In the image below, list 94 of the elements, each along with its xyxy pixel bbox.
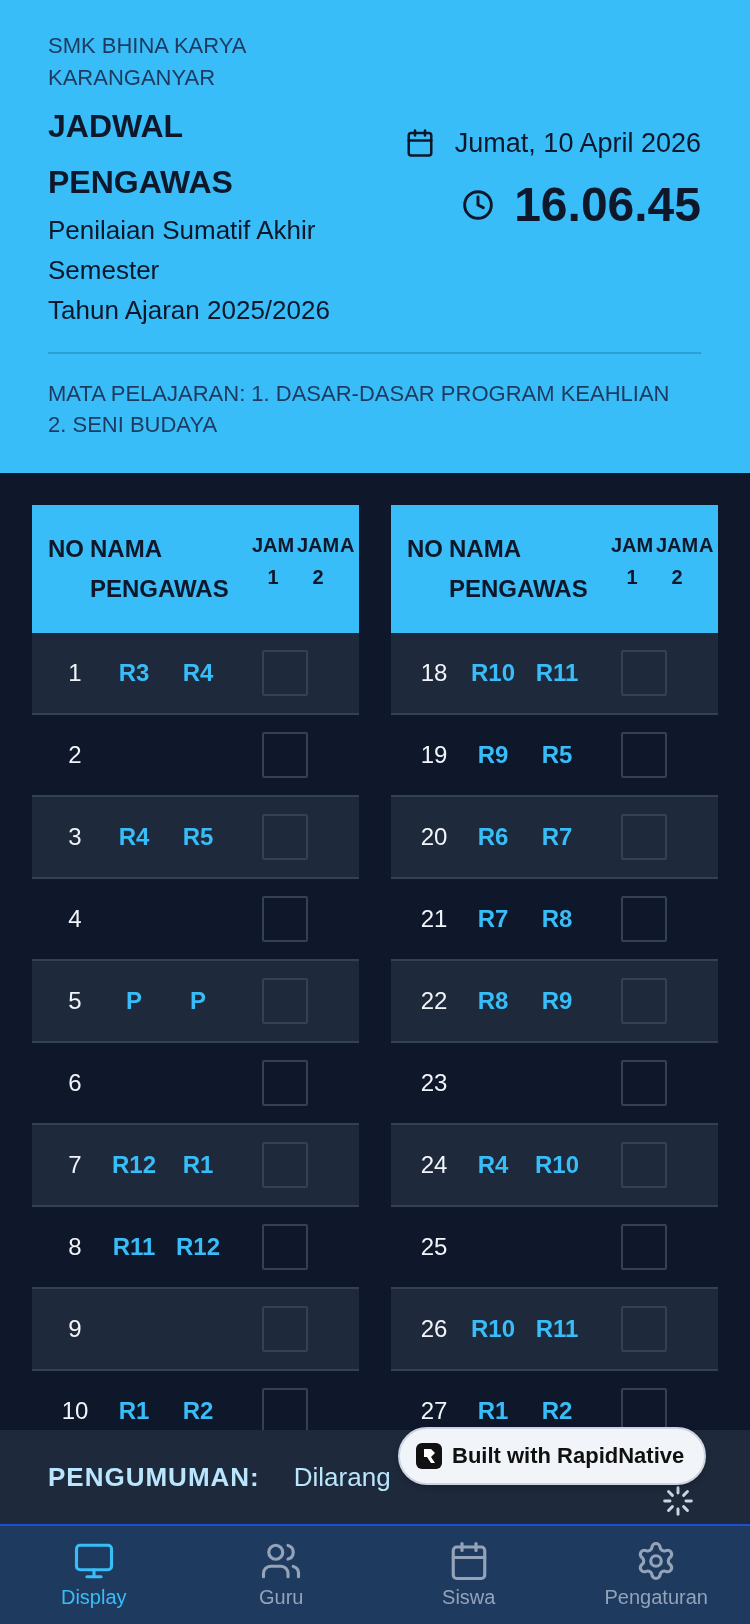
row-number: 7: [67, 1152, 83, 1178]
room-code: P: [189, 988, 207, 1014]
column-header: A: [699, 533, 714, 558]
checkbox[interactable]: [262, 978, 308, 1024]
room-code: R10: [470, 1316, 516, 1342]
room-code: R4: [117, 824, 151, 850]
room-code: R1: [181, 1152, 215, 1178]
column-header: A: [340, 533, 355, 558]
room-code: R5: [181, 824, 215, 850]
room-code: P: [125, 988, 143, 1014]
checkbox[interactable]: [621, 978, 667, 1024]
column-header: JAM 2: [655, 533, 699, 590]
room-code: R2: [181, 1398, 215, 1424]
row-number: 10: [60, 1398, 90, 1424]
announcement-text: Dilarang: [293, 1461, 391, 1493]
column-header: NO: [407, 534, 444, 564]
column-header: NAMA PENGAWAS: [449, 534, 589, 604]
row-number: 24: [419, 1152, 449, 1178]
room-code: R1: [476, 1398, 510, 1424]
room-code: R10: [534, 1152, 580, 1178]
row-number: 8: [67, 1234, 83, 1260]
room-code: R3: [117, 660, 151, 686]
nav-tab[interactable]: Siswa: [375, 1526, 563, 1624]
checkbox[interactable]: [621, 1060, 667, 1106]
row-number: 2: [67, 742, 83, 768]
checkbox[interactable]: [621, 1224, 667, 1270]
room-code: R5: [540, 742, 574, 768]
calendar-icon: [404, 128, 435, 158]
row-number: 1: [67, 660, 83, 686]
row-number: 5: [67, 988, 83, 1014]
academic-year: Tahun Ajaran 2025/2026: [48, 294, 331, 327]
checkbox[interactable]: [262, 650, 308, 696]
room-code: R7: [540, 824, 574, 850]
row-number: 25: [419, 1234, 449, 1260]
row-number: 18: [419, 660, 449, 686]
clock-time: 16.06.45: [514, 177, 701, 233]
checkbox[interactable]: [621, 814, 667, 860]
column-header: JAM 2: [296, 533, 340, 590]
room-code: R8: [540, 906, 574, 932]
room-code: R10: [470, 660, 516, 686]
row-number: 9: [67, 1316, 83, 1342]
school-name: SMK BHINA KARYA KARANGANYAR: [48, 32, 247, 92]
checkbox[interactable]: [262, 1224, 308, 1270]
exam-subtitle: Penilaian Sumatif Akhir Semester: [48, 214, 317, 287]
page-title: JADWAL PENGAWAS: [48, 107, 234, 202]
room-code: R11: [534, 1316, 580, 1342]
room-code: R11: [111, 1234, 157, 1260]
checkbox[interactable]: [621, 650, 667, 696]
date-text: Jumat, 10 April 2026: [454, 127, 701, 160]
row-number: 3: [67, 824, 83, 850]
room-code: R12: [175, 1234, 221, 1260]
checkbox[interactable]: [262, 896, 308, 942]
nav-tab[interactable]: Guru: [187, 1526, 375, 1624]
spinner-icon: [662, 1485, 694, 1517]
row-number: 22: [419, 988, 449, 1014]
room-code: R7: [476, 906, 510, 932]
column-header: NAMA PENGAWAS: [90, 534, 230, 604]
clock-icon: [462, 189, 495, 221]
row-number: 19: [419, 742, 449, 768]
row-number: 4: [67, 906, 83, 932]
row-number: 26: [419, 1316, 449, 1342]
room-code: R4: [476, 1152, 510, 1178]
built-with-badge[interactable]: Built with RapidNative: [398, 1427, 707, 1485]
checkbox[interactable]: [262, 1142, 308, 1188]
nav-tab[interactable]: Display: [0, 1526, 188, 1624]
room-code: R9: [540, 988, 574, 1014]
checkbox[interactable]: [621, 1142, 667, 1188]
room-code: R12: [111, 1152, 157, 1178]
room-code: R1: [117, 1398, 151, 1424]
checkbox[interactable]: [621, 1306, 667, 1352]
checkbox[interactable]: [262, 814, 308, 860]
room-code: R6: [476, 824, 510, 850]
checkbox[interactable]: [262, 1306, 308, 1352]
row-number: 20: [419, 824, 449, 850]
row-number: 27: [419, 1398, 449, 1424]
row-number: 21: [419, 906, 449, 932]
room-code: R11: [534, 660, 580, 686]
room-code: R8: [476, 988, 510, 1014]
room-code: R2: [540, 1398, 574, 1424]
checkbox[interactable]: [621, 896, 667, 942]
row-number: 23: [419, 1070, 449, 1096]
room-code: R9: [476, 742, 510, 768]
nav-tab[interactable]: Pengaturan: [562, 1526, 750, 1624]
row-number: 6: [67, 1070, 83, 1096]
column-header: JAM 1: [609, 533, 655, 590]
announcement-label: PENGUMUMAN:: [48, 1461, 260, 1493]
logo-icon: [416, 1443, 442, 1469]
column-header: NO: [48, 534, 85, 564]
column-header: JAM 1: [250, 533, 296, 590]
checkbox[interactable]: [621, 732, 667, 778]
room-code: R4: [181, 660, 215, 686]
checkbox[interactable]: [262, 1060, 308, 1106]
checkbox[interactable]: [262, 732, 308, 778]
subjects-text: MATA PELAJARAN: 1. DASAR-DASAR PROGRAM KEAHLIAN 2. SENI BUDAYA: [48, 380, 671, 439]
